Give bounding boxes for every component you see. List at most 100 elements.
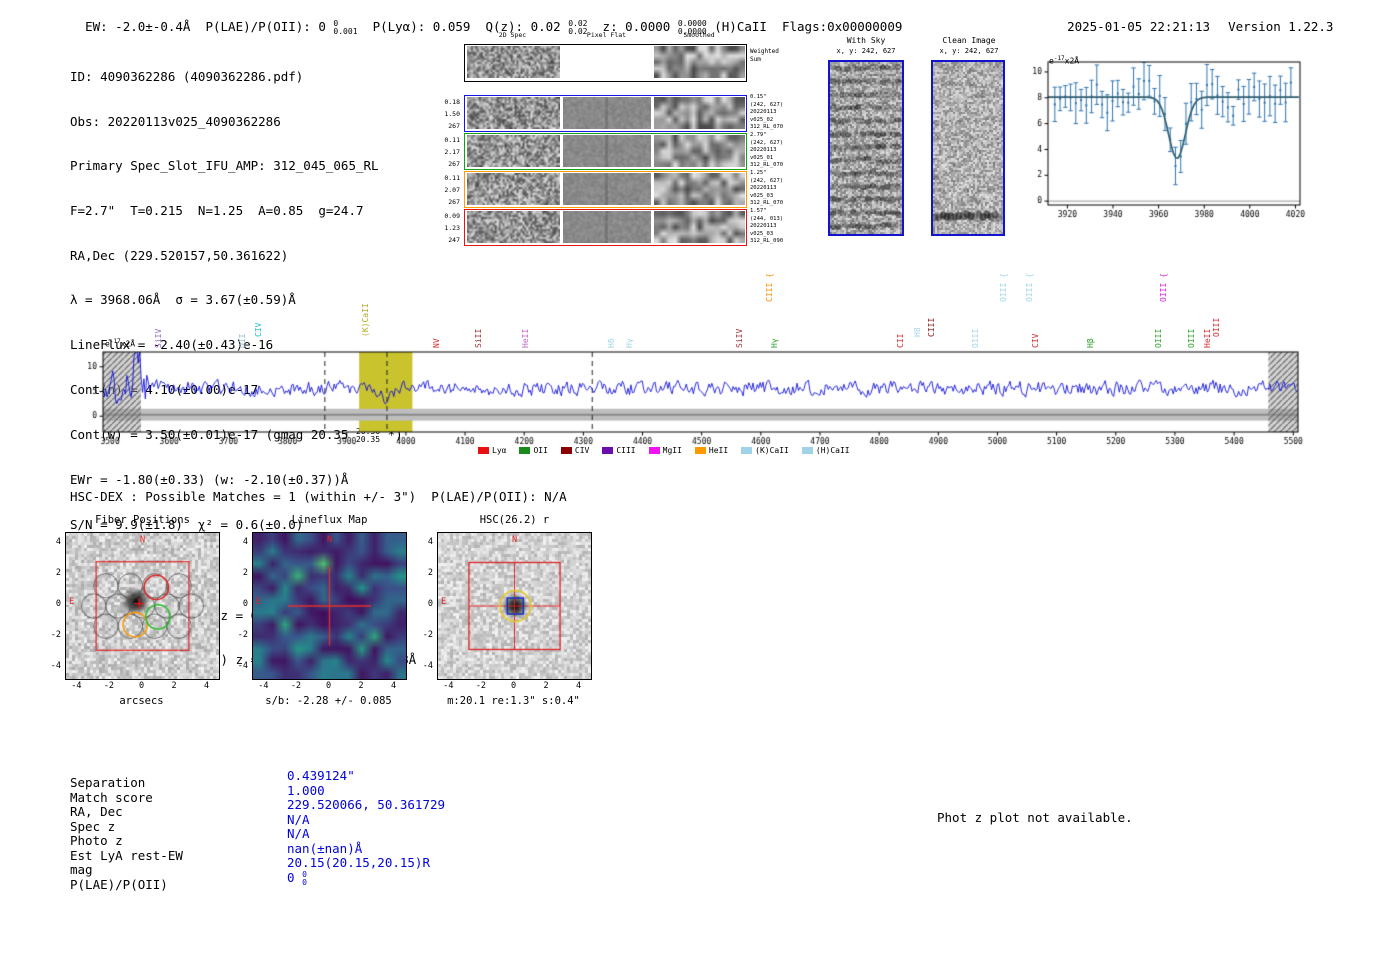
spectral-line-label: OIII: [1187, 328, 1197, 348]
legend-swatch: [741, 447, 753, 454]
spec-2d-row-meta: 1.25" (242, 627) 20220113 v025_03 312_RL_070: [750, 170, 784, 207]
smoothed-canvas: [654, 96, 745, 129]
line-fit-canvas: [1015, 50, 1310, 220]
x-tick-label: -2: [290, 681, 302, 691]
report-datetime: 2025-01-05 22:21:13: [1067, 19, 1211, 34]
clean-image-panel: Clean Image x, y: 242, 627: [929, 36, 1009, 246]
spectral-line-label: SiII: [473, 328, 483, 348]
spectral-line-label: CIV: [253, 322, 263, 337]
match-row-label: Separation: [70, 775, 146, 790]
legend-item: CIII: [602, 446, 636, 455]
match-row-label: Match score: [70, 789, 153, 805]
panel-title: HSC(26.2) r: [479, 514, 550, 526]
match-row-value: 1.000: [287, 783, 325, 798]
legend-label: CIII: [616, 446, 636, 455]
clean-image-title: Clean Image: [942, 36, 996, 45]
info-seeing: F=2.7" T=0.215 N=1.25 A=0.85 g=24.7: [70, 202, 364, 218]
hsc-cutout-canvas: [438, 533, 591, 679]
spectral-line-label: HeII: [1202, 328, 1212, 348]
y-tick-label: 0: [242, 599, 248, 609]
y-tick-label: 0: [55, 599, 61, 609]
x-tick-label: 2: [543, 681, 549, 691]
x-tick-label: 4: [576, 681, 582, 691]
y-tick-label: -2: [422, 630, 433, 641]
x-tick-label: -2: [475, 681, 487, 691]
spectral-line-label: Hγ: [624, 338, 634, 348]
spec-2d-canvas: [467, 96, 560, 129]
x-axis-label: s/b: -2.28 +/- 0.085: [265, 695, 392, 707]
spectrum-ylabel: e-17x2Å: [105, 338, 135, 349]
with-sky-xy: x, y: 242, 627: [836, 47, 896, 55]
legend-label: HeII: [708, 446, 729, 455]
full-spectrum-canvas: [88, 340, 1310, 462]
lineflux-map-panel: Lineflux Map N E s/b: -2.28 +/- 0.085 -4…: [227, 512, 427, 712]
match-row-value: 20.15(20.15,20.15)R: [287, 855, 430, 870]
x-tick-label: 0: [510, 681, 517, 691]
hsc-cutout-panel: HSC(26.2) r N E m:20.1 re:1.3" s:0.4" -4…: [412, 512, 612, 712]
legend-swatch: [694, 447, 706, 454]
x-tick-label: -2: [103, 681, 115, 691]
spectral-line-label: OIII {: [998, 273, 1008, 302]
spec-2d-row-stats: 0.18 1.50 267: [444, 98, 460, 130]
x-tick-label: -4: [258, 681, 269, 691]
spec-2d-canvas: [467, 210, 560, 243]
legend-item: CIV: [560, 446, 589, 455]
with-sky-frame: [828, 60, 904, 236]
north-label: N: [326, 535, 333, 545]
north-label: N: [511, 535, 518, 545]
match-row-value: 229.520066, 50.361729: [287, 797, 445, 812]
legend-swatch: [519, 447, 531, 454]
y-tick-label: -4: [50, 661, 61, 672]
y-tick-label: -4: [422, 661, 433, 672]
spectral-line-label: OIII: [970, 328, 980, 348]
y-tick-label: 4: [242, 536, 248, 547]
spectral-line-label: NV: [431, 338, 441, 348]
spec-2d-canvas: [467, 134, 560, 167]
panel-title: Lineflux Map: [291, 514, 368, 526]
spec-2d-row-meta: 1.57" (244, 013) 20220113 v025_03 312_RL_090: [750, 208, 784, 245]
col-header-2d-spec: 2D Spec: [498, 31, 527, 39]
match-row-label: RA, Dec: [70, 804, 123, 819]
weighted-sum-label: Weighted Sum: [750, 48, 779, 63]
smoothed-canvas: [654, 172, 745, 205]
y-tick-label: 2: [242, 567, 248, 578]
ylabel-sup: -17: [109, 338, 121, 345]
plae-error-stack: 0 0.001: [333, 20, 357, 36]
spectral-line-label: CIV: [1031, 333, 1041, 348]
header-ew: EW: -2.0±-0.4Å P(LAE)/P(OII): 0: [85, 19, 334, 34]
spectral-line-label: CIII: [927, 317, 937, 337]
x-tick-label: 2: [171, 681, 177, 691]
col-header-pixel-flat: Pixel Flat: [586, 31, 627, 39]
header-datetime-version: 2025-01-05 22:21:13 Version 1.22.3: [1052, 4, 1333, 34]
legend-item: OII: [519, 446, 548, 455]
info-ewr: EWr = -1.80(±0.33) (w: -2.10(±0.37))Å: [70, 472, 349, 488]
spectral-line-legend: Lyα OII CIV CIII MgII HeII (K)CaII (H)CaII: [478, 446, 850, 455]
match-row-label: Spec z: [70, 818, 116, 834]
fiber-positions-plot: N E: [65, 532, 220, 680]
legend-item: Lyα: [478, 446, 506, 455]
info-id: ID: 4090362286 (4090362286.pdf): [70, 68, 304, 84]
legend-item: (K)CaII: [741, 446, 789, 455]
spectral-line-label: OII: [238, 333, 248, 348]
spec-2d-row-stats: 0.11 2.17 267: [444, 136, 460, 168]
x-tick-label: -4: [71, 681, 82, 691]
legend-swatch: [648, 447, 660, 454]
spectral-line-label: (K)CaII: [361, 303, 371, 337]
phot-z-note: Phot z plot not available.: [937, 810, 1133, 825]
spectral-line-label: OIII: [1212, 317, 1222, 337]
hsc-dex-summary: HSC-DEX : Possible Matches = 1 (within +…: [70, 489, 567, 504]
x-tick-label: 4: [204, 681, 210, 691]
spectral-line-label: H8: [912, 327, 922, 337]
ylabel-suffix: x2Å: [120, 339, 136, 349]
match-value-text: 0.439124": [287, 768, 355, 783]
lineflux-map-canvas: [253, 533, 406, 679]
smoothed-canvas: [654, 210, 745, 243]
legend-swatch: [560, 447, 572, 454]
legend-label: (H)CaII: [815, 446, 850, 455]
east-label: E: [441, 597, 447, 607]
match-row-value: 0.439124": [287, 768, 355, 783]
x-tick-label: 0: [325, 681, 332, 691]
spec-2d-row-meta: 2.79" (242, 627) 20220113 v025_01 312_RL_070: [750, 132, 784, 169]
spectral-line-label: HeII: [521, 328, 531, 348]
match-row-label: Photo z: [70, 833, 123, 848]
